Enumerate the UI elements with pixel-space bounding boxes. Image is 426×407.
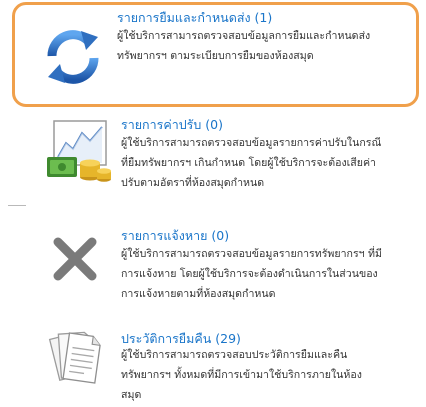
history-description: ผู้ใช้บริการสามารถตรวจสอบประวัติการยืมแล… (121, 345, 421, 405)
desc-line: ผู้ใช้บริการสามารถตรวจสอบข้อมูลรายการทรั… (121, 248, 382, 260)
desc-line: ทรัพยากรฯ ทั้งหมดที่มีการเข้ามาใช้บริการ… (121, 369, 362, 381)
desc-line: การแจ้งหายตามที่ห้องสมุดกำหนด (121, 288, 276, 300)
lost-reports-title-link[interactable]: รายการแจ้งหาย (0) (121, 228, 229, 243)
borrowing-description: ผู้ใช้บริการสามารถตรวจสอบข้อมูลการยืมและ… (117, 26, 417, 66)
documents-icon (46, 327, 104, 385)
fines-title-link[interactable]: รายการค่าปรับ (0) (121, 117, 223, 132)
desc-line: ผู้ใช้บริการสามารถตรวจสอบประวัติการยืมแล… (121, 349, 348, 361)
divider (8, 205, 26, 206)
menu-item-history[interactable]: ประวัติการยืมคืน (29) ผู้ใช้บริการสามารถ… (0, 325, 426, 407)
menu-item-fines[interactable]: รายการค่าปรับ (0) ผู้ใช้บริการสามารถตรวจ… (0, 115, 426, 210)
desc-line: ผู้ใช้บริการสามารถตรวจสอบข้อมูลรายการค่า… (121, 137, 382, 149)
desc-line: ที่ยืมทรัพยากรฯ เกินกำหนด โดยผู้ใช้บริกา… (121, 157, 376, 169)
money-chart-icon (46, 119, 112, 185)
history-title-link[interactable]: ประวัติการยืมคืน (29) (121, 331, 241, 346)
desc-line: ทรัพยากรฯ ตามระเบียบการยืมของห้องสมุด (117, 50, 314, 62)
x-mark-icon (52, 236, 98, 282)
fines-description: ผู้ใช้บริการสามารถตรวจสอบข้อมูลรายการค่า… (121, 133, 421, 193)
menu-item-borrowing[interactable]: รายการยืมและกำหนดส่ง (1) ผู้ใช้บริการสาม… (0, 0, 426, 110)
borrowing-title-link[interactable]: รายการยืมและกำหนดส่ง (1) (117, 10, 272, 25)
desc-line: ผู้ใช้บริการสามารถตรวจสอบข้อมูลการยืมและ… (117, 30, 371, 42)
menu-item-lost-reports[interactable]: รายการแจ้งหาย (0) ผู้ใช้บริการสามารถตรวจ… (0, 222, 426, 317)
refresh-arrows-icon (44, 28, 102, 86)
desc-line: ปรับตามอัตราที่ห้องสมุดกำหนด (121, 177, 265, 189)
desc-line: สมุด (121, 389, 142, 401)
lost-reports-description: ผู้ใช้บริการสามารถตรวจสอบข้อมูลรายการทรั… (121, 244, 421, 304)
desc-line: การแจ้งหาย โดยผู้ใช้บริการจะต้องดำเนินกา… (121, 268, 378, 280)
